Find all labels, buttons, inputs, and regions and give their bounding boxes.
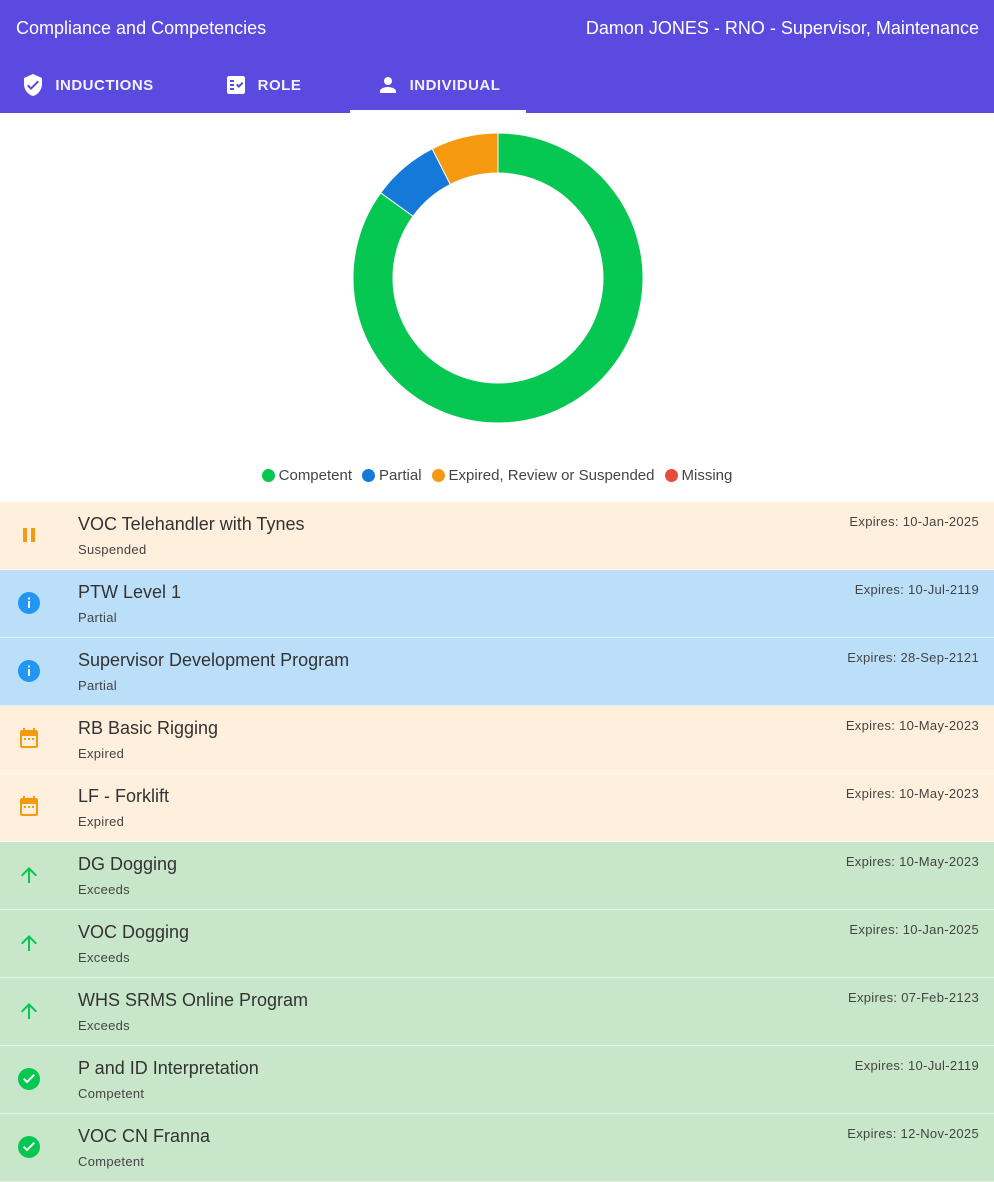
arrow-up-icon bbox=[17, 863, 41, 887]
tab-role[interactable]: ROLE bbox=[175, 57, 350, 113]
item-status: Partial bbox=[78, 610, 117, 625]
item-expiry: Expires: 07-Feb-2123 bbox=[847, 990, 979, 1005]
list-item[interactable]: Supervisor Development Program Partial Exp… bbox=[0, 638, 994, 706]
item-status: Exceeds bbox=[78, 1018, 130, 1033]
tab-label: INDIVIDUAL bbox=[409, 76, 501, 94]
item-expiry: Expires: 28-Sep-2121 bbox=[847, 650, 979, 665]
item-name: RB Basic Rigging bbox=[78, 718, 219, 738]
item-expiry: Expires: 10-May-2023 bbox=[845, 854, 979, 869]
item-status: Expired bbox=[78, 814, 125, 829]
item-status: Competent bbox=[78, 1154, 145, 1169]
arrow-up-icon bbox=[17, 999, 41, 1023]
legend-label: Partial bbox=[379, 467, 422, 484]
item-status: Exceeds bbox=[78, 950, 130, 965]
arrow-up-icon bbox=[17, 931, 41, 955]
list-item[interactable]: VOC Dogging Exceeds Expires: 10-Jan-2025 bbox=[0, 910, 994, 978]
calendar-icon bbox=[17, 795, 41, 819]
legend-item[interactable]: Missing bbox=[664, 467, 733, 484]
legend-label: Missing bbox=[681, 467, 733, 484]
checklist-icon bbox=[226, 76, 245, 94]
tab-inductions[interactable]: INDUCTIONS bbox=[0, 57, 175, 113]
item-expiry: Expires: 10-Jul-2119 bbox=[854, 1058, 979, 1073]
page-title: Compliance and Competencies bbox=[16, 18, 267, 38]
item-expiry: Expires: 10-Jul-2119 bbox=[854, 582, 979, 597]
item-status: Expired bbox=[78, 746, 125, 761]
chart-area bbox=[0, 113, 994, 501]
tab-individual[interactable]: INDIVIDUAL bbox=[350, 57, 526, 113]
info-icon bbox=[17, 659, 41, 683]
item-expiry: Expires: 12-Nov-2025 bbox=[847, 1126, 979, 1141]
legend-swatch bbox=[362, 469, 376, 482]
person-icon bbox=[379, 77, 396, 93]
title-row: Compliance and Competencies Damon JONES … bbox=[0, 0, 994, 57]
item-name: VOC Dogging bbox=[78, 922, 190, 942]
item-name: PTW Level 1 bbox=[78, 582, 182, 602]
legend-swatch bbox=[261, 469, 275, 482]
item-name: P and ID Interpretation bbox=[78, 1058, 259, 1078]
list-item[interactable]: WHS SRMS Online Program Exceeds Expires: 0… bbox=[0, 978, 994, 1046]
shield-check-icon bbox=[24, 74, 43, 96]
calendar-icon bbox=[17, 727, 41, 751]
item-name: VOC Telehandler with Tynes bbox=[78, 514, 305, 534]
donut-chart bbox=[352, 132, 644, 424]
legend-label: Expired, Review or Suspended bbox=[448, 467, 655, 484]
item-status: Partial bbox=[78, 678, 117, 693]
item-status: Suspended bbox=[78, 542, 147, 557]
item-name: Supervisor Development Program bbox=[78, 650, 350, 670]
list-item[interactable]: LF - Forklift Expired Expires: 10-May-2023 bbox=[0, 774, 994, 842]
user-info: Damon JONES - RNO - Supervisor, Maintena… bbox=[585, 18, 979, 38]
competency-list: VOC Telehandler with Tynes Suspended Expir… bbox=[0, 502, 994, 1182]
tab-label: ROLE bbox=[257, 76, 302, 94]
pause-icon bbox=[17, 523, 41, 547]
item-status: Competent bbox=[78, 1086, 145, 1101]
list-item[interactable]: VOC Telehandler with Tynes Suspended Expir… bbox=[0, 502, 994, 570]
item-name: VOC CN Franna bbox=[78, 1126, 211, 1146]
item-status: Exceeds bbox=[78, 882, 130, 897]
item-name: DG Dogging bbox=[78, 854, 178, 874]
tab-label: INDUCTIONS bbox=[55, 76, 154, 94]
tab-bar: INDUCTIONS ROLE INDIVIDUAL bbox=[0, 57, 994, 113]
legend-item[interactable]: Competent bbox=[261, 467, 353, 484]
app-bar: Compliance and Competencies Damon JONES … bbox=[0, 0, 994, 113]
legend-swatch bbox=[664, 469, 678, 482]
legend-swatch bbox=[431, 469, 445, 482]
item-expiry: Expires: 10-Jan-2025 bbox=[849, 514, 979, 529]
list-item[interactable]: P and ID Interpretation Competent Expires:… bbox=[0, 1046, 994, 1114]
item-expiry: Expires: 10-May-2023 bbox=[845, 786, 979, 801]
chart-legend: Competent Partial Expired, Review or Suspe… bbox=[0, 467, 994, 484]
check-circle-icon bbox=[17, 1135, 41, 1159]
list-item[interactable]: DG Dogging Exceeds Expires: 10-May-2023 bbox=[0, 842, 994, 910]
legend-item[interactable]: Partial bbox=[362, 467, 422, 484]
item-name: WHS SRMS Online Program bbox=[78, 990, 309, 1010]
list-item[interactable]: PTW Level 1 Partial Expires: 10-Jul-2119 bbox=[0, 570, 994, 638]
list-item[interactable]: VOC CN Franna Competent Expires: 12-Nov-20… bbox=[0, 1114, 994, 1182]
legend-item[interactable]: Expired, Review or Suspended bbox=[431, 467, 655, 484]
info-icon bbox=[17, 591, 41, 615]
list-item[interactable]: RB Basic Rigging Expired Expires: 10-May-2… bbox=[0, 706, 994, 774]
check-circle-icon bbox=[17, 1067, 41, 1091]
item-expiry: Expires: 10-Jan-2025 bbox=[849, 922, 979, 937]
item-expiry: Expires: 10-May-2023 bbox=[845, 718, 979, 733]
legend-label: Competent bbox=[278, 467, 353, 484]
item-name: LF - Forklift bbox=[78, 786, 170, 806]
